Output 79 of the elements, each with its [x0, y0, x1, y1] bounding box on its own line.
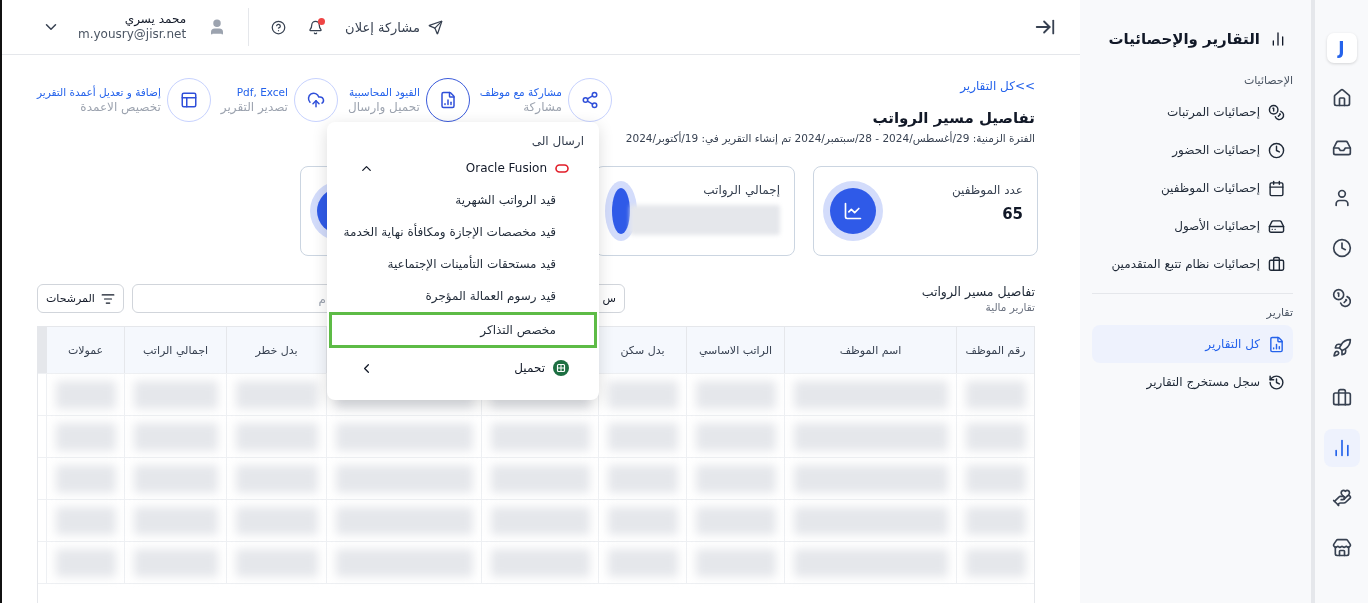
history-icon: [1268, 373, 1285, 391]
blurred-value: [55, 464, 116, 493]
oracle-group[interactable]: Oracle Fusion: [329, 152, 597, 184]
filter-button[interactable]: المرشحات: [37, 284, 124, 313]
section-title: تفاصيل مسير الرواتب: [921, 284, 1035, 299]
stat-label: إجمالي الرواتب: [702, 183, 780, 197]
column-header: اسم الموظف: [784, 327, 956, 373]
blurred-value: [965, 380, 1026, 409]
notification-button[interactable]: [308, 19, 324, 35]
blurred-value: [607, 506, 678, 535]
sidebar-title: التقارير والإحصائيات: [1108, 30, 1260, 48]
app-logo[interactable]: J: [1326, 33, 1357, 63]
accounting-button[interactable]: [425, 78, 470, 122]
coins-icon: [1268, 103, 1285, 121]
export-button[interactable]: [293, 78, 338, 122]
layout-icon: [179, 91, 198, 109]
column-header: اجمالي الراتب: [124, 327, 226, 373]
sidebar-item[interactable]: كل التقارير: [1092, 325, 1293, 363]
sidebar-item[interactable]: إحصائيات الأصول: [1092, 207, 1293, 245]
menu-item[interactable]: مخصص التذاكر: [329, 312, 597, 348]
action-subtitle: تحميل وارسال: [347, 99, 420, 116]
sidebar-item[interactable]: إحصائيات نظام تتبع المتقدمين: [1092, 245, 1293, 283]
report-period: الفترة الزمنية: 29/أغسطس/2024 - 28/سبتمبر/2024 تم إنشاء التقرير في: 19/أكتوبر/2024: [625, 132, 1035, 144]
calendar-icon: [1268, 179, 1285, 197]
sidebar-section-label: تقارير: [1265, 306, 1293, 319]
user-name: محمد يسري: [124, 12, 187, 27]
column-header: رقم الموظف: [956, 327, 1034, 373]
clock-icon: [1268, 141, 1285, 159]
action-title: مشاركة مع موظف: [479, 84, 562, 99]
sidebar-section-label: الإحصائيات: [1242, 74, 1293, 87]
stat-value: 65: [1001, 205, 1023, 223]
blurred-value: [965, 422, 1026, 451]
sidebar-item[interactable]: سجل مستخرج التقارير: [1092, 363, 1293, 401]
user-email: m.yousry@jisr.net: [78, 27, 187, 42]
chart-file-icon: [438, 91, 457, 109]
column-header: الراتب الاساسي: [686, 327, 784, 373]
sidebar-item[interactable]: إحصائيات المرتبات: [1092, 93, 1293, 131]
filter-icon: [100, 291, 115, 306]
column-header: بدل خطر: [226, 327, 326, 373]
sidebar-item[interactable]: إحصائيات الحضور: [1092, 131, 1293, 169]
announce-button[interactable]: مشاركة إعلان: [345, 19, 443, 35]
bar-chart-icon[interactable]: [1323, 429, 1360, 467]
action-subtitle: مشاركة: [522, 99, 562, 116]
send-icon: [427, 19, 443, 35]
action-title: Pdf, Excel: [235, 84, 288, 99]
share-icon: [580, 91, 599, 109]
blurred-value: [607, 464, 678, 493]
bar-chart-icon: [1270, 31, 1286, 47]
share-button[interactable]: [567, 78, 612, 122]
action-title: إضافة و تعديل أعمدة التقرير: [37, 84, 161, 99]
chart-file-icon: [1268, 335, 1285, 353]
blurred-value: [965, 506, 1026, 535]
action-title: القيود المحاسبية: [347, 84, 420, 99]
action-subtitle: تصدير التقرير: [220, 99, 288, 116]
unread-dot: [318, 17, 326, 25]
blurred-value: [965, 548, 1026, 577]
section-subtitle: تقارير مالية: [984, 301, 1035, 313]
spreadsheet-icon: [553, 360, 569, 376]
columns-button[interactable]: [166, 78, 211, 122]
blurred-value: [607, 380, 678, 409]
bell-icon: [308, 19, 324, 35]
blurred-value: [55, 422, 116, 451]
sidebar-item[interactable]: إحصائيات الموظفين: [1092, 169, 1293, 207]
briefcase-icon: [1268, 255, 1285, 273]
blurred-value: [607, 422, 678, 451]
blurred-value: [607, 548, 678, 577]
menu-heading: ارسال الى: [531, 134, 585, 148]
help-icon[interactable]: [271, 19, 287, 35]
back-link[interactable]: << كل التقارير: [625, 79, 1035, 93]
drive-icon: [1268, 217, 1285, 235]
cloud-upload-icon: [306, 91, 325, 109]
action-subtitle: تخصيص الاعمدة: [79, 99, 161, 116]
blurred-value: [55, 506, 116, 535]
download-item[interactable]: تحميل: [329, 352, 597, 384]
blurred-value: [55, 380, 116, 409]
stat-label: عدد الموظفين: [951, 183, 1023, 197]
blurred-value: [965, 464, 1026, 493]
report-title: تفاصيل مسير الرواتب: [871, 109, 1035, 127]
blurred-value: [55, 548, 116, 577]
